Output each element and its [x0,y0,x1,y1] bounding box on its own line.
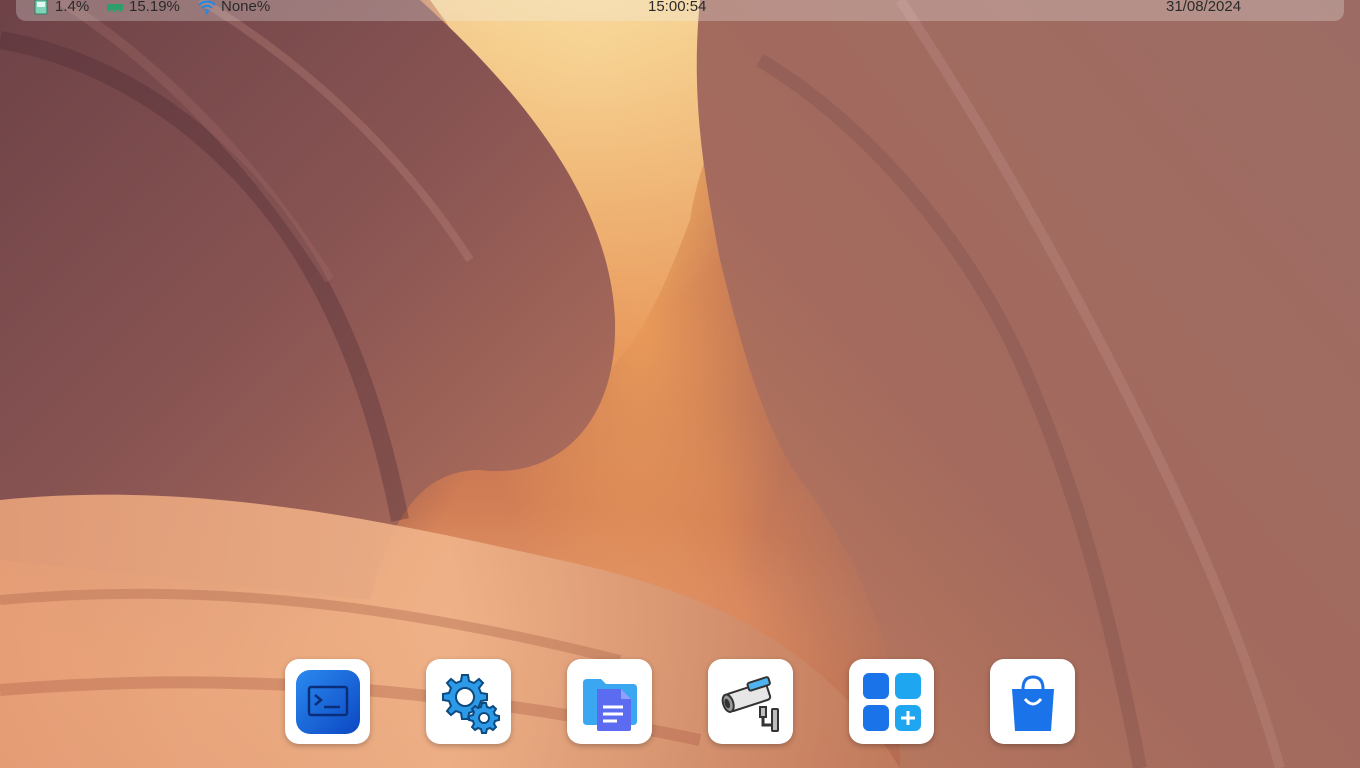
clock-time: 15:00:54 [648,0,707,15]
cpu-status[interactable]: 1.4% [32,0,89,15]
wallpaper-image [0,0,1360,768]
cpu-value: 1.4% [55,0,90,15]
desktop[interactable]: 1.4% 15.19% None% 15:00:54 31/08/2024 [0,0,1360,768]
wifi-icon [198,0,216,14]
ram-icon [107,3,123,12]
network-status[interactable]: None% [198,0,270,15]
dock-app-terminal[interactable] [285,659,370,744]
memory-status[interactable]: 15.19% [106,0,180,15]
security-camera-icon [721,675,779,732]
clock[interactable]: 15:00:54 [648,0,706,15]
dock-app-settings[interactable] [426,659,511,744]
date-text: 31/08/2024 [1166,0,1242,15]
network-value: None% [221,0,271,15]
date[interactable]: 31/08/2024 [1166,0,1241,15]
folder-document-icon [582,678,637,731]
dock-app-files[interactable] [567,659,652,744]
dock-app-camera[interactable] [708,659,793,744]
apps-grid-add-icon [862,672,921,731]
sd-card-icon [34,0,48,14]
terminal-icon [295,669,360,734]
dock-app-store[interactable] [990,659,1075,744]
top-status-bar: 1.4% 15.19% None% 15:00:54 31/08/2024 [16,0,1344,21]
memory-value: 15.19% [129,0,180,15]
gears-icon [441,673,500,734]
shopping-bag-icon [1011,674,1054,731]
dock-app-app-store[interactable] [849,659,934,744]
